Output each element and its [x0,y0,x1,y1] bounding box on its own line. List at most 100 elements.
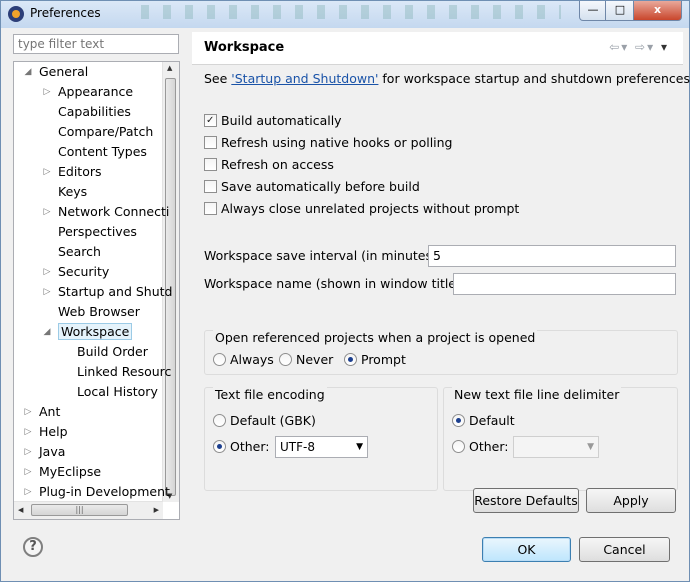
tree-item-label: Compare/Patch [58,124,154,139]
tree-item-label: Java [39,444,66,459]
background-toolbar-ghost [141,5,561,19]
checkbox-icon[interactable] [204,202,217,215]
scroll-up-arrow-icon[interactable]: ▲ [167,64,172,72]
tree-item[interactable]: ▷ Help [24,422,68,442]
minimize-button[interactable]: — [579,1,607,21]
checkbox-row[interactable]: Save automatically before build [204,178,420,196]
open-ref-label: Prompt [361,352,406,367]
tree-item[interactable]: Perspectives [43,222,137,242]
tree-expand-icon[interactable]: ▷ [42,202,52,222]
help-icon[interactable]: ? [23,537,43,557]
back-menu-icon[interactable]: ▾ [621,40,629,54]
save-interval-input[interactable]: 5 [428,245,676,267]
tree-expand-icon[interactable]: ▷ [23,482,33,502]
tree-item[interactable]: Keys [43,182,87,202]
encoding-value: UTF-8 [280,440,315,454]
tree-item[interactable]: ◢ General [23,62,89,82]
checkbox-icon[interactable] [204,158,217,171]
tree-item[interactable]: ▷ Editors [43,162,102,182]
tree-item[interactable]: ▷ Network Connecti [42,202,170,222]
text-encoding-title: Text file encoding [213,387,327,402]
tree-item[interactable]: Local History [62,382,158,402]
open-referenced-title: Open referenced projects when a project … [213,330,538,345]
checkbox-icon[interactable] [204,114,217,127]
tree-item[interactable]: ▷ MyEclipse [23,462,102,482]
tree-item[interactable]: Search [43,242,101,262]
tree-expand-icon[interactable]: ▷ [23,422,33,442]
preference-page: Workspace ⇦▾ ⇨▾ ▾ See 'Startup and Shutd… [192,32,690,520]
tree-expand-icon[interactable]: ▷ [23,462,33,482]
forward-menu-icon[interactable]: ▾ [647,40,655,54]
tree-horizontal-scrollbar[interactable]: ◀ ||| ▶ [14,501,163,519]
tree-collapse-icon[interactable]: ◢ [42,322,52,342]
tree-item[interactable]: ▷ Startup and Shutd [42,282,173,302]
line-delimiter-title: New text file line delimiter [452,387,622,402]
forward-icon[interactable]: ⇨ [635,40,647,54]
tree-item[interactable]: ▷ Plug-in Development [24,482,170,502]
checkbox-row[interactable]: Build automatically [204,112,342,130]
encoding-other-label: Other: [230,439,270,454]
tree-item-label: Build Order [77,344,148,359]
checkbox-row[interactable]: Refresh using native hooks or polling [204,134,453,152]
startup-shutdown-link[interactable]: 'Startup and Shutdown' [231,71,378,86]
open-ref-radio[interactable]: Prompt [344,351,406,369]
horizontal-scroll-thumb[interactable]: ||| [31,504,128,516]
radio-circle-icon [213,440,226,453]
open-ref-label: Always [230,352,274,367]
tree-item[interactable]: Build Order [62,342,148,362]
tree-expand-icon[interactable]: ▷ [23,442,33,462]
tree-item[interactable]: ▷ Security [42,262,110,282]
scroll-left-arrow-icon[interactable]: ◀ [18,506,23,514]
maximize-button[interactable]: □ [605,1,635,21]
checkbox-icon[interactable] [204,136,217,149]
tree-expand-icon[interactable]: ▷ [42,82,52,102]
radio-circle-icon [213,414,226,427]
encoding-combo[interactable]: UTF-8 ▼ [275,436,368,458]
view-menu-icon[interactable]: ▾ [661,40,669,54]
open-ref-radio[interactable]: Never [279,351,333,369]
tree-item[interactable]: Capabilities [43,102,131,122]
tree-item-label: Perspectives [58,224,137,239]
tree-expand-icon[interactable]: ▷ [23,402,33,422]
tree-item[interactable]: Linked Resourc [62,362,171,382]
checkbox-row[interactable]: Always close unrelated projects without … [204,200,519,218]
checkbox-icon[interactable] [204,180,217,193]
filter-input[interactable] [13,34,179,54]
tree-item[interactable]: ◢ Workspace [42,322,133,342]
radio-circle-icon [279,353,292,366]
tree-item[interactable]: ▷ Java [23,442,66,462]
checkbox-row[interactable]: Refresh on access [204,156,334,174]
page-body: See 'Startup and Shutdown' for workspace… [192,65,690,520]
tree-item-label: Plug-in Development [39,484,170,499]
preferences-tree: ▲ ▼ ◀ ||| ▶ ◢ General ▷ Appearance Capabilit… [13,61,180,520]
cancel-button[interactable]: Cancel [579,537,670,562]
workspace-name-input[interactable] [453,273,676,295]
back-icon[interactable]: ⇦ [609,40,621,54]
tree-expand-icon[interactable]: ▷ [42,162,52,182]
close-button[interactable]: x [633,1,682,21]
text-encoding-group: Text file encoding Default (GBK) Other: … [204,387,438,491]
encoding-default-radio[interactable]: Default (GBK) [213,412,316,430]
tree-item-label: Search [58,244,101,259]
tree-item-label: Startup and Shutd [58,284,173,299]
encoding-other-radio[interactable]: Other: [213,438,269,456]
tree-item[interactable]: Content Types [43,142,147,162]
ok-button[interactable]: OK [482,537,571,562]
tree-item-label: General [39,64,89,79]
open-ref-radio[interactable]: Always [213,351,274,369]
tree-item-label: Keys [58,184,88,199]
tree-item[interactable]: Web Browser [43,302,140,322]
tree-expand-icon[interactable]: ▷ [42,262,52,282]
restore-defaults-button[interactable]: Restore Defaults [473,488,579,513]
scroll-right-arrow-icon[interactable]: ▶ [154,506,159,514]
delimiter-other-radio[interactable]: Other: [452,438,508,456]
apply-button[interactable]: Apply [586,488,676,513]
delimiter-default-radio[interactable]: Default [452,412,515,430]
note-prefix: See [204,71,232,86]
tree-item[interactable]: ▷ Appearance [42,82,134,102]
tree-expand-icon[interactable]: ▷ [42,282,52,302]
tree-item[interactable]: Compare/Patch [43,122,153,142]
tree-item[interactable]: ▷ Ant [23,402,61,422]
delimiter-other-label: Other: [469,439,509,454]
tree-collapse-icon[interactable]: ◢ [23,62,33,82]
